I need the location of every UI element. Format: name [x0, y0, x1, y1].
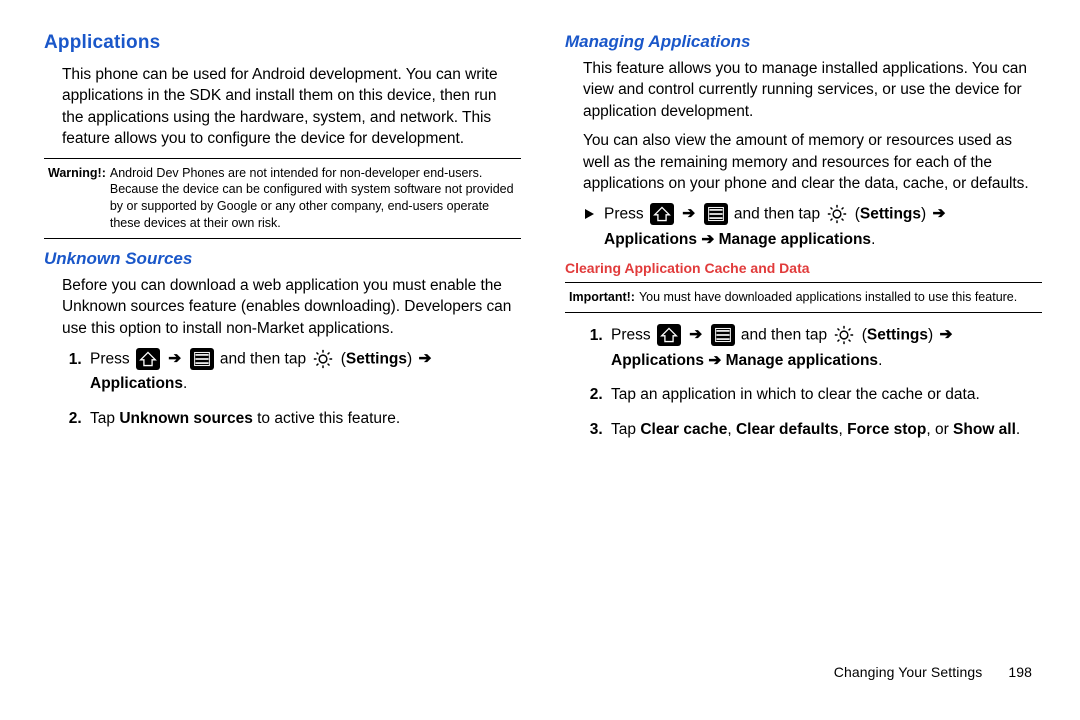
cs2-text: Tap an application in which to clear the…: [611, 386, 980, 403]
triangle-bullet-icon: [585, 209, 594, 219]
important-box: Important!: You must have downloaded app…: [565, 282, 1042, 313]
cs3-b2: Clear defaults: [736, 421, 839, 438]
bullet-press: Press: [604, 206, 648, 223]
step1-settings: Settings: [346, 351, 407, 368]
arrow-icon: ➔: [418, 350, 431, 367]
heading-clearing-cache: Clearing Application Cache and Data: [565, 260, 1042, 276]
managing-p1: This feature allows you to manage instal…: [583, 58, 1042, 122]
gear-icon: [312, 348, 334, 370]
managing-p2: You can also view the amount of memory o…: [583, 130, 1042, 194]
clearing-steps: Press ➔ and then tap (Settings) ➔ Applic…: [583, 323, 1042, 443]
cs3-pre: Tap: [611, 421, 640, 438]
manual-page: Applications This phone can be used for …: [0, 0, 1080, 690]
cs3-b4: Show all: [953, 421, 1016, 438]
clear-step-3: Tap Clear cache, Clear defaults, Force s…: [607, 418, 1042, 443]
heading-applications: Applications: [44, 32, 521, 54]
bullet-andthen: and then tap: [734, 206, 825, 223]
gear-icon: [833, 324, 855, 346]
arrow-icon: ➔: [168, 350, 181, 367]
heading-unknown-sources: Unknown Sources: [44, 249, 521, 269]
bullet-navigate: Press ➔ and then tap (Settings) ➔ Applic…: [585, 202, 1042, 252]
cs1-apps-path: Applications ➔ Manage applications: [611, 352, 878, 369]
home-icon: [657, 324, 681, 346]
bullet-close-paren: ): [921, 206, 930, 223]
left-column: Applications This phone can be used for …: [44, 32, 521, 670]
warning-label: Warning!:: [48, 165, 110, 233]
step-2: Tap Unknown sources to active this featu…: [86, 407, 521, 432]
cs1-close-paren: ): [928, 327, 937, 344]
arrow-icon: ➔: [682, 205, 695, 222]
cs3-c1: ,: [727, 421, 736, 438]
unknown-sources-intro: Before you can download a web applicatio…: [62, 275, 521, 339]
arrow-icon: ➔: [932, 205, 945, 222]
step2-bold: Unknown sources: [119, 410, 253, 427]
home-icon: [650, 203, 674, 225]
clear-step-2: Tap an application in which to clear the…: [607, 383, 1042, 408]
step1-applications: Applications: [90, 375, 183, 392]
cs3-c2: ,: [838, 421, 847, 438]
right-column: Managing Applications This feature allow…: [565, 32, 1042, 670]
menu-icon: [711, 324, 735, 346]
important-body: You must have downloaded applications in…: [639, 289, 1038, 306]
step2-pre: Tap: [90, 410, 119, 427]
step1-close-paren: ): [407, 351, 416, 368]
step2-post: to active this feature.: [253, 410, 400, 427]
step1-press: Press: [90, 351, 134, 368]
bullet-apps-path: Applications ➔ Manage applications: [604, 231, 871, 248]
arrow-icon: ➔: [689, 326, 702, 343]
menu-icon: [190, 348, 214, 370]
cs1-settings: Settings: [867, 327, 928, 344]
important-label: Important!:: [569, 289, 639, 306]
bullet-period: .: [871, 231, 875, 248]
footer-section: Changing Your Settings: [834, 664, 983, 680]
cs3-b1: Clear cache: [640, 421, 727, 438]
gear-icon: [826, 203, 848, 225]
cs3-b3: Force stop: [847, 421, 926, 438]
cs3-c3: , or: [926, 421, 953, 438]
unknown-sources-steps: Press ➔ and then tap (Settings) ➔ Applic…: [62, 347, 521, 432]
menu-icon: [704, 203, 728, 225]
warning-box: Warning!: Android Dev Phones are not int…: [44, 158, 521, 240]
step1-andthen: and then tap: [220, 351, 311, 368]
warning-body: Android Dev Phones are not intended for …: [110, 165, 517, 233]
cs1-period: .: [878, 352, 882, 369]
clear-step-1: Press ➔ and then tap (Settings) ➔ Applic…: [607, 323, 1042, 373]
heading-managing-applications: Managing Applications: [565, 32, 1042, 52]
footer-page-number: 198: [1008, 664, 1032, 680]
bullet-settings: Settings: [860, 206, 921, 223]
step1-period: .: [183, 375, 187, 392]
page-footer: Changing Your Settings 198: [834, 664, 1032, 680]
arrow-icon: ➔: [939, 326, 952, 343]
cs3-period: .: [1016, 421, 1020, 438]
applications-intro: This phone can be used for Android devel…: [62, 64, 521, 150]
step-1: Press ➔ and then tap (Settings) ➔ Applic…: [86, 347, 521, 397]
home-icon: [136, 348, 160, 370]
cs1-andthen: and then tap: [741, 327, 832, 344]
cs1-press: Press: [611, 327, 655, 344]
